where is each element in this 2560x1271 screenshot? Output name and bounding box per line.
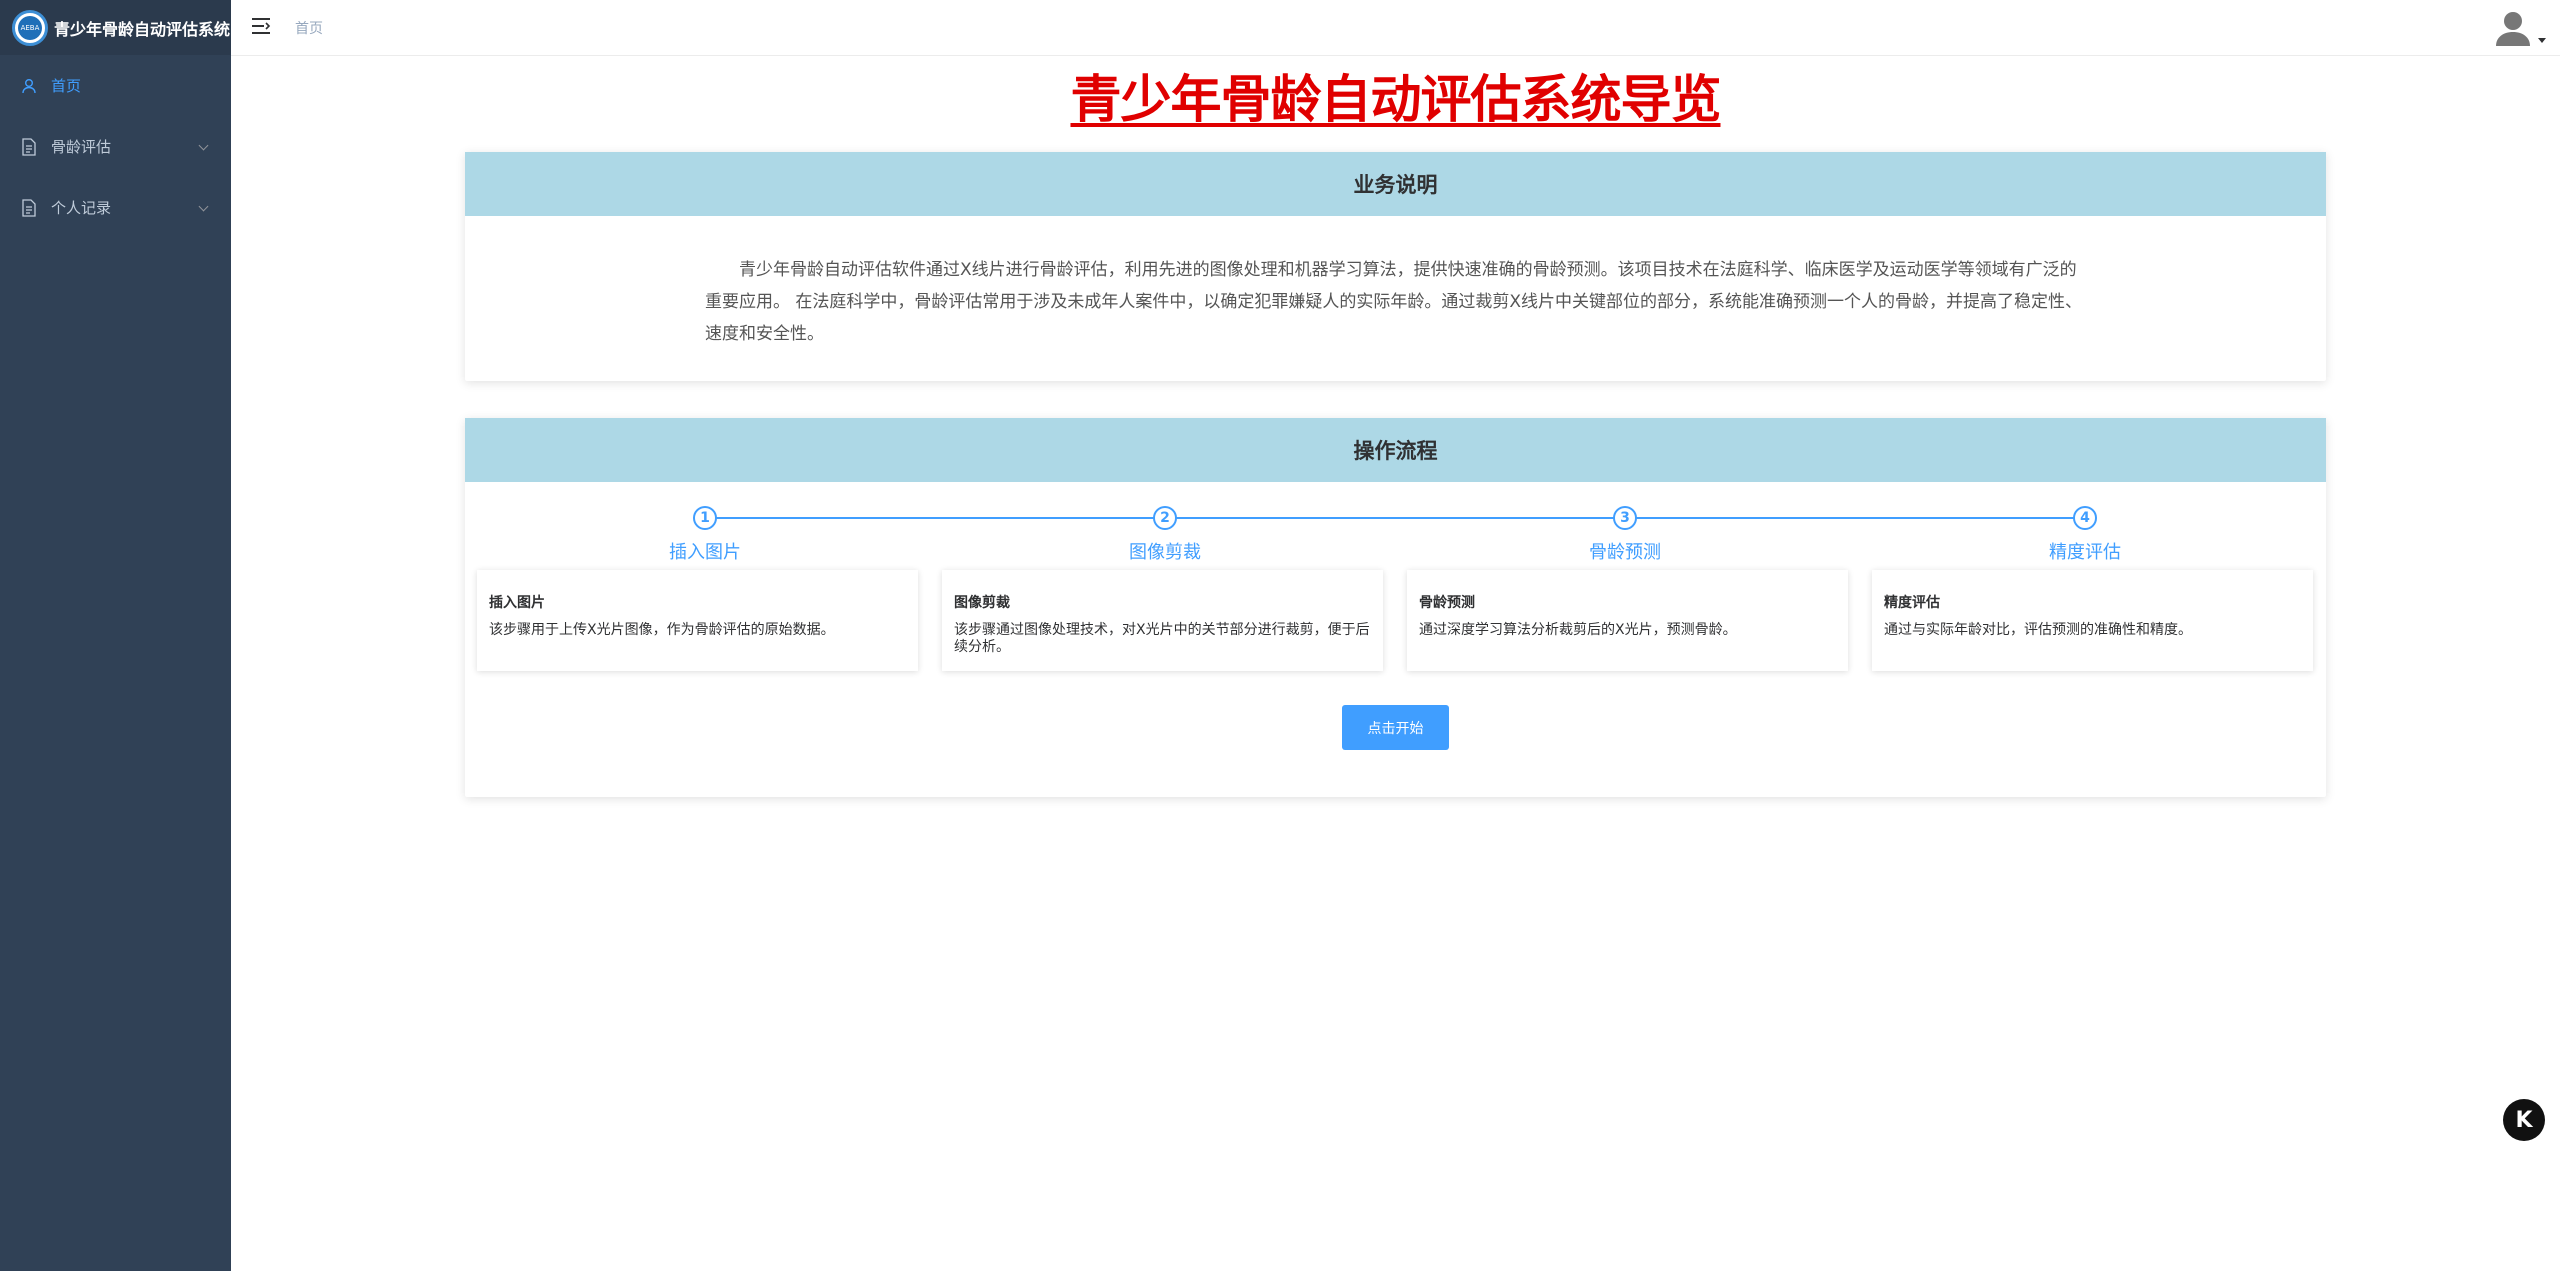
chevron-down-icon xyxy=(198,140,209,151)
sidebar-menu: 首页 骨龄评估 个人记录 xyxy=(0,55,231,238)
step-number: 3 xyxy=(1613,506,1637,530)
step-card-title: 精度评估 xyxy=(1884,595,1940,611)
sidebar-item-bone-age-assessment[interactable]: 骨龄评估 xyxy=(0,116,231,177)
document-icon xyxy=(20,198,38,217)
step-card-image-crop: 图像剪裁 该步骤通过图像处理技术，对X光片中的关节部分进行裁剪，便于后续分析。 xyxy=(942,570,1383,671)
sidebar: AEBA 青少年骨龄自动评估系统 首页 骨龄评估 个人记录 xyxy=(0,0,231,1271)
sidebar-item-label: 首页 xyxy=(51,77,82,95)
step-label: 精度评估 xyxy=(2049,542,2121,563)
step-number: 1 xyxy=(693,506,717,530)
step-card-text: 通过深度学习算法分析裁剪后的X光片，预测骨龄。 xyxy=(1419,622,1737,638)
sidebar-item-label: 个人记录 xyxy=(51,199,112,217)
step-label: 骨龄预测 xyxy=(1589,542,1661,563)
business-description: 青少年骨龄自动评估软件通过X线片进行骨龄评估，利用先进的图像处理和机器学习算法，… xyxy=(705,260,2083,344)
business-card-heading: 业务说明 xyxy=(465,152,2326,216)
step-card-bone-age-prediction: 骨龄预测 通过深度学习算法分析裁剪后的X光片，预测骨龄。 xyxy=(1407,570,1848,671)
step-connector xyxy=(1165,517,1625,519)
step-connector xyxy=(705,517,1165,519)
step-number: 2 xyxy=(1153,506,1177,530)
step-card-insert-image: 插入图片 该步骤用于上传X光片图像，作为骨龄评估的原始数据。 xyxy=(477,570,918,671)
steps-bar: 1 2 3 4 插入图片 图像剪裁 骨龄预测 精度评估 xyxy=(465,506,2326,566)
avatar[interactable] xyxy=(2493,8,2533,48)
page-title: 青少年骨龄自动评估系统导览 xyxy=(1070,71,1721,130)
app-title: 青少年骨龄自动评估系统 xyxy=(54,19,231,39)
chevron-down-icon xyxy=(198,201,209,212)
business-card: 业务说明 青少年骨龄自动评估软件通过X线片进行骨龄评估，利用先进的图像处理和机器… xyxy=(465,152,2326,381)
step-card-text: 通过与实际年龄对比，评估预测的准确性和精度。 xyxy=(1884,622,2192,638)
sidebar-item-home[interactable]: 首页 xyxy=(0,55,231,116)
step-card-text: 该步骤用于上传X光片图像，作为骨龄评估的原始数据。 xyxy=(489,622,835,638)
sidebar-item-personal-records[interactable]: 个人记录 xyxy=(0,177,231,238)
sidebar-item-label: 骨龄评估 xyxy=(51,138,112,156)
step-card-title: 插入图片 xyxy=(489,595,545,611)
step-label: 图像剪裁 xyxy=(1129,542,1201,563)
step-connector xyxy=(1625,517,2085,519)
step-card-title: 骨龄预测 xyxy=(1419,595,1475,611)
document-icon xyxy=(20,137,38,156)
user-icon xyxy=(20,77,38,95)
step-number: 4 xyxy=(2073,506,2097,530)
process-card-heading: 操作流程 xyxy=(465,418,2326,482)
brand[interactable]: AEBA 青少年骨龄自动评估系统 xyxy=(0,0,231,55)
start-button[interactable]: 点击开始 xyxy=(1342,705,1449,750)
floating-k-icon[interactable]: K xyxy=(2503,1099,2545,1141)
step-card-title: 图像剪裁 xyxy=(954,595,1010,611)
app-logo: AEBA xyxy=(12,9,48,46)
step-label: 插入图片 xyxy=(669,542,741,563)
top-header: 首页 xyxy=(231,0,2560,56)
breadcrumb: 首页 xyxy=(295,21,323,37)
avatar-dropdown-icon[interactable] xyxy=(2538,38,2546,43)
step-card-text: 该步骤通过图像处理技术，对X光片中的关节部分进行裁剪，便于后续分析。 xyxy=(954,622,1370,655)
menu-toggle-icon[interactable] xyxy=(251,17,271,35)
process-card: 操作流程 1 2 3 4 插入图片 图像剪裁 骨龄预测 精度评估 插入图片 该步… xyxy=(465,418,2326,797)
app-logo-text: AEBA xyxy=(18,15,42,40)
step-card-accuracy-evaluation: 精度评估 通过与实际年龄对比，评估预测的准确性和精度。 xyxy=(1872,570,2313,671)
